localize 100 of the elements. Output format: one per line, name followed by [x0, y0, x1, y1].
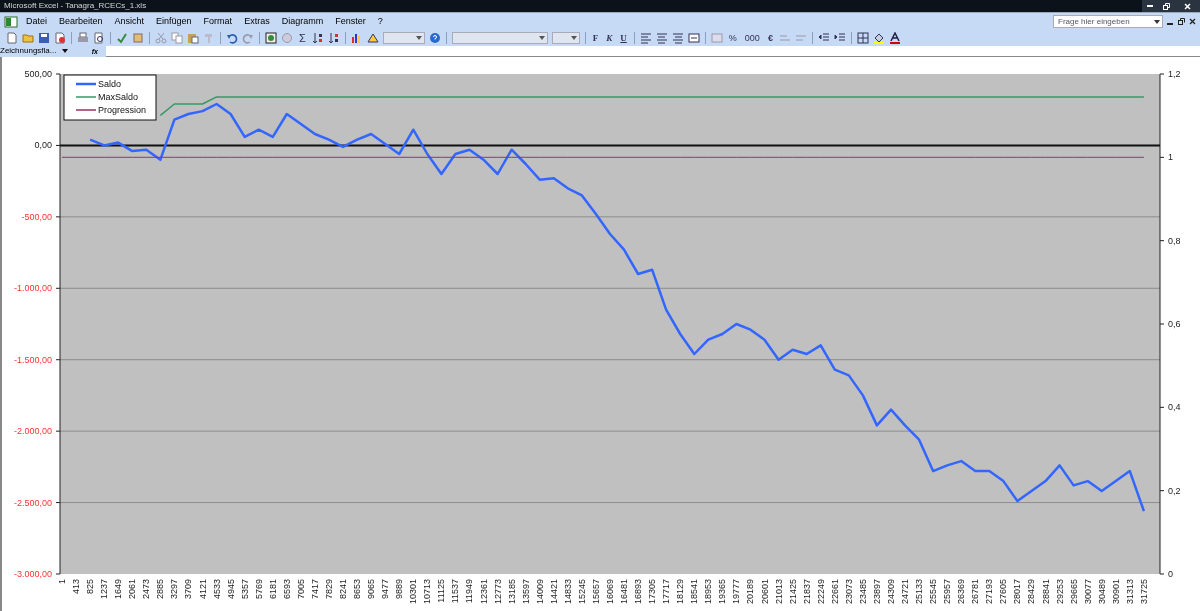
axis-label: 16069: [604, 579, 615, 605]
axis-label: 14009: [534, 579, 545, 605]
spelling-icon[interactable]: [116, 32, 128, 44]
font-color-icon[interactable]: [888, 32, 901, 44]
axis-label: 27605: [998, 579, 1009, 605]
menu-item[interactable]: Extras: [244, 14, 270, 29]
paste-icon[interactable]: [187, 32, 199, 44]
menu-item[interactable]: Diagramm: [281, 14, 324, 29]
align-right-icon[interactable]: [671, 32, 684, 44]
axis-label: 9477: [380, 579, 391, 600]
menu-item[interactable]: Datei: [26, 14, 47, 29]
axis-label: 11125: [436, 579, 447, 603]
name-box-text: Zeichnungsfla...: [0, 47, 57, 55]
axis-label: 18953: [703, 579, 714, 605]
axis-label: 2885: [155, 579, 166, 600]
help-search-field[interactable]: Frage hier eingeben: [1053, 15, 1163, 28]
axis-label: 28429: [1026, 579, 1037, 605]
axis-label: 1237: [99, 579, 110, 600]
menu-item[interactable]: Bearbeiten: [59, 14, 103, 29]
axis-label: 0: [1168, 569, 1173, 579]
axis-label: 24721: [900, 579, 910, 605]
euro-button[interactable]: €: [765, 33, 775, 43]
axis-label: 17305: [647, 579, 658, 605]
axis-label: 15245: [576, 579, 587, 605]
dropdown-field[interactable]: [551, 32, 580, 44]
sort-ascending-icon[interactable]: [311, 32, 324, 44]
axis-label: 22661: [829, 579, 840, 605]
dropdown-field[interactable]: [451, 32, 548, 44]
axis-label: -1.500,00: [13, 354, 52, 365]
axis-label: 0,6: [1168, 319, 1181, 329]
axis-label: 20189: [745, 579, 756, 605]
bold-button[interactable]: F: [590, 33, 601, 43]
close-icon[interactable]: [1189, 18, 1196, 25]
underline-button[interactable]: U: [618, 33, 629, 43]
align-center-icon[interactable]: [655, 32, 668, 44]
axis-label: 0,4: [1168, 402, 1181, 413]
axis-label: -2.500,00: [13, 497, 52, 508]
menu-item[interactable]: Format: [203, 14, 233, 29]
print-icon[interactable]: [77, 32, 89, 44]
axis-label: 28841: [1040, 579, 1051, 605]
axis-label: 23073: [843, 579, 854, 605]
axis-label: 10713: [422, 579, 433, 605]
axis-label: 23897: [871, 579, 882, 605]
caret-icon: [570, 36, 577, 40]
autosum-button[interactable]: Σ: [297, 32, 308, 44]
axis-label: 0,2: [1168, 485, 1181, 496]
caret-icon: [1154, 19, 1160, 24]
axis-label: 8653: [352, 579, 363, 600]
excel-icon[interactable]: [4, 15, 18, 28]
close-icon: [1183, 2, 1191, 10]
minimize-button[interactable]: [1142, 0, 1158, 12]
print-preview-icon[interactable]: [93, 32, 105, 44]
name-box[interactable]: Zeichnungsfla...: [0, 45, 72, 57]
align-left-icon[interactable]: [639, 32, 652, 44]
menu-item[interactable]: ?: [377, 14, 383, 29]
axis-label: 13597: [520, 579, 531, 605]
borders-icon[interactable]: [856, 32, 869, 44]
menu-item[interactable]: Ansicht: [114, 14, 145, 29]
axis-label: 29253: [1054, 579, 1065, 605]
percent-button[interactable]: %: [726, 33, 739, 43]
axis-label: 17717: [661, 579, 672, 605]
axis-label: -2.000,00: [13, 426, 52, 437]
menu-item[interactable]: Einfügen: [156, 14, 192, 29]
axis-label: 18129: [675, 579, 686, 605]
thousands-button[interactable]: 000: [742, 33, 762, 43]
save-icon[interactable]: [38, 32, 50, 44]
dropdown-field[interactable]: [382, 32, 425, 44]
fill-color-icon[interactable]: [872, 32, 885, 44]
axis-label: 825: [85, 579, 96, 595]
axis-label: 13185: [506, 579, 517, 605]
bar-chart-icon[interactable]: [350, 32, 363, 44]
axis-label: 20601: [759, 579, 770, 605]
help-icon[interactable]: [428, 32, 441, 44]
legend-swatch: [76, 82, 96, 86]
italic-button[interactable]: K: [604, 33, 615, 43]
close-button[interactable]: [1174, 0, 1200, 12]
increase-indent-icon[interactable]: [833, 32, 846, 44]
axis-label: 4121: [197, 579, 208, 600]
window-title: Microsoft Excel - Tanagra_RCECs_1.xls: [4, 2, 147, 10]
drawing-icon[interactable]: [366, 32, 379, 44]
axis-label: 31313: [1124, 579, 1135, 605]
axis-label: 23485: [857, 579, 868, 605]
legend-label: MaxSaldo: [98, 92, 139, 102]
axis-label: 14833: [562, 579, 573, 605]
axis-label: 18541: [689, 579, 700, 605]
decrease-indent-icon[interactable]: [817, 32, 830, 44]
undo-icon[interactable]: [226, 32, 238, 44]
axis-label: 25133: [914, 579, 925, 605]
axis-label: 6181: [267, 579, 278, 600]
axis-label: 30901: [1110, 579, 1121, 605]
permission-icon[interactable]: [54, 32, 66, 44]
axis-label: 19777: [731, 579, 742, 605]
axis-label: 31725: [1138, 579, 1149, 605]
axis-label: 9065: [366, 579, 377, 600]
axis-label: 7417: [309, 579, 320, 600]
merge-cells-icon[interactable]: [687, 32, 700, 44]
restore-icon[interactable]: [1178, 18, 1185, 25]
sort-descending-icon[interactable]: [327, 32, 340, 44]
menu-item[interactable]: Fenster: [335, 14, 366, 29]
axis-label: 25545: [928, 579, 939, 605]
